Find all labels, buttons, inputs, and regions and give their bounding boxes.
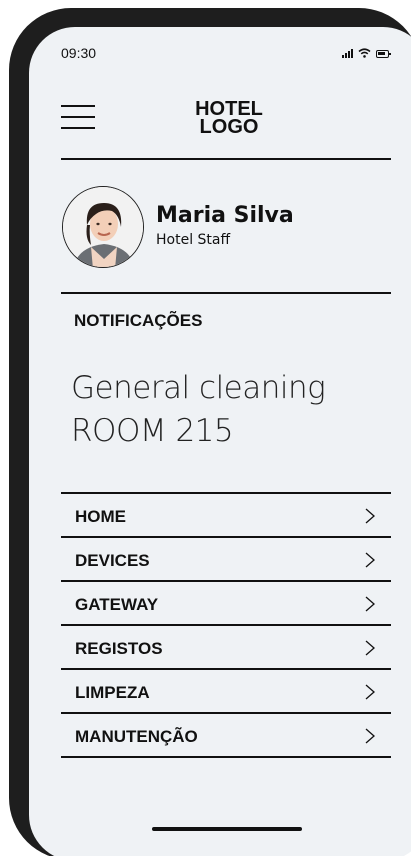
app-screen: 09:30 HOTEL LOGO Maria Silva Hotel Staff… — [29, 27, 411, 856]
chevron-right-icon — [365, 508, 375, 524]
chevron-right-icon — [365, 640, 375, 656]
hamburger-menu-icon[interactable] — [61, 105, 95, 131]
nav-menu: HOME DEVICES GATEWAY REGISTOS LIMPEZA MA… — [61, 492, 391, 758]
user-name: Maria Silva — [156, 203, 294, 228]
avatar — [62, 186, 144, 268]
home-indicator[interactable] — [152, 827, 302, 831]
menu-item-devices[interactable]: DEVICES — [61, 538, 391, 582]
chevron-right-icon — [365, 552, 375, 568]
menu-item-label: MANUTENÇÃO — [75, 727, 198, 746]
menu-item-manutencao[interactable]: MANUTENÇÃO — [61, 714, 391, 758]
battery-icon — [376, 50, 391, 58]
notification-message[interactable]: General cleaning ROOM 215 — [71, 367, 326, 453]
menu-item-label: HOME — [75, 507, 126, 526]
notification-line-2: ROOM 215 — [71, 413, 234, 449]
menu-item-home[interactable]: HOME — [61, 494, 391, 538]
chevron-right-icon — [365, 596, 375, 612]
menu-item-label: DEVICES — [75, 551, 150, 570]
wifi-icon — [358, 48, 371, 58]
chevron-right-icon — [365, 684, 375, 700]
notification-line-1: General cleaning — [71, 370, 326, 406]
profile-divider — [61, 292, 391, 294]
hotel-logo: HOTEL LOGO — [169, 99, 289, 138]
menu-item-limpeza[interactable]: LIMPEZA — [61, 670, 391, 714]
logo-line-2: LOGO — [199, 116, 259, 138]
user-role: Hotel Staff — [156, 232, 231, 248]
header-divider — [61, 158, 391, 160]
notifications-title: NOTIFICAÇÕES — [74, 311, 203, 330]
menu-item-registos[interactable]: REGISTOS — [61, 626, 391, 670]
signal-icon — [342, 49, 353, 58]
phone-frame: 09:30 HOTEL LOGO Maria Silva Hotel Staff… — [9, 8, 411, 856]
menu-item-label: LIMPEZA — [75, 683, 150, 702]
status-icons — [342, 48, 391, 58]
chevron-right-icon — [365, 728, 375, 744]
menu-item-gateway[interactable]: GATEWAY — [61, 582, 391, 626]
menu-item-label: GATEWAY — [75, 595, 159, 614]
status-time: 09:30 — [61, 45, 97, 61]
menu-item-label: REGISTOS — [75, 639, 163, 658]
